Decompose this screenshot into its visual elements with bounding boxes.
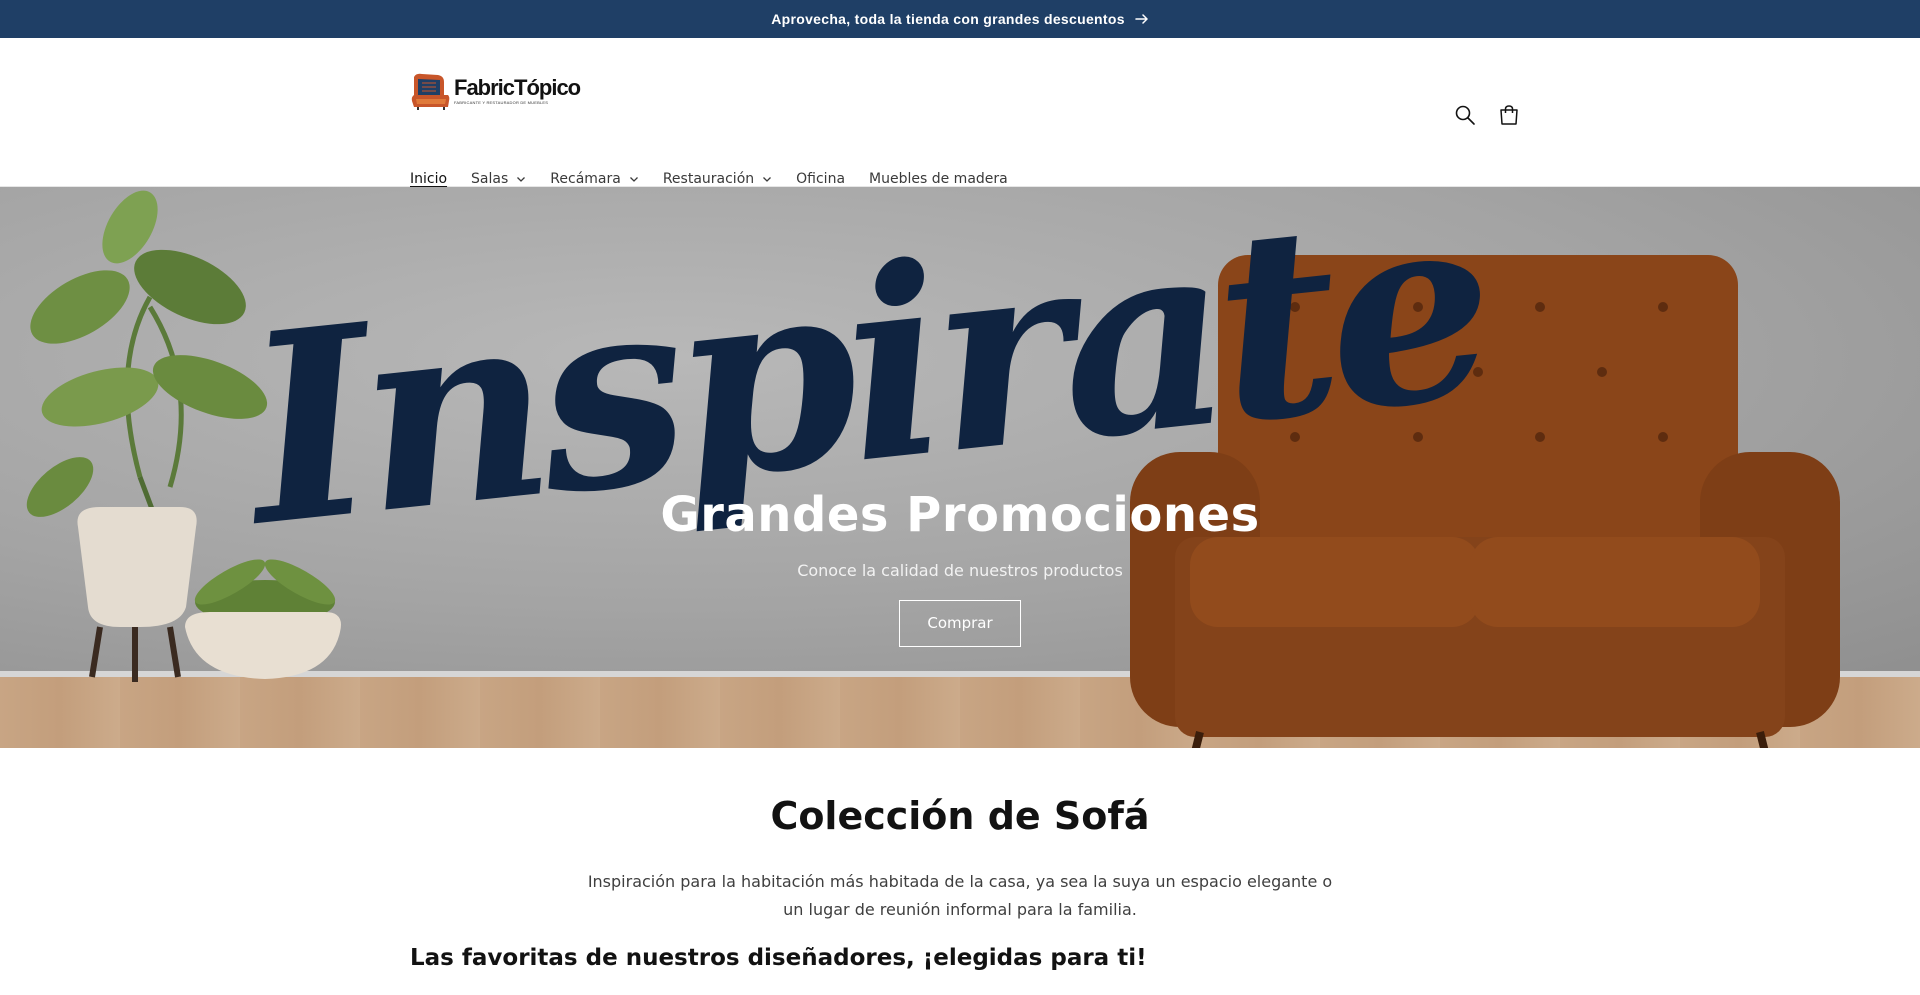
collection-title: Colección de Sofá	[770, 794, 1150, 838]
nav-label: Recámara	[550, 171, 621, 187]
favorites-heading: Las favoritas de nuestros diseñadores, ¡…	[410, 945, 1147, 971]
chevron-down-icon	[629, 177, 638, 182]
nav-label: Salas	[471, 171, 509, 187]
chevron-down-icon	[763, 177, 772, 182]
site-header: FabricTópico FABRICANTE Y RESTAURADOR DE…	[0, 38, 1920, 187]
announcement-bar[interactable]: Aprovecha, toda la tienda con grandes de…	[0, 0, 1920, 38]
nav-label: Inicio	[410, 171, 448, 187]
logo[interactable]: FabricTópico FABRICANTE Y RESTAURADOR DE…	[408, 66, 581, 116]
nav-label: Muebles de madera	[869, 171, 1008, 187]
nav-item-oficina[interactable]: Oficina	[796, 171, 845, 187]
arrow-right-icon	[1135, 14, 1148, 24]
nav-item-recamara[interactable]: Recámara	[550, 171, 639, 187]
search-icon[interactable]	[1454, 104, 1476, 126]
logo-name: FabricTópico	[454, 75, 581, 100]
logo-tagline: FABRICANTE Y RESTAURADOR DE MUEBLES	[454, 100, 549, 105]
shop-button[interactable]: Comprar	[899, 600, 1021, 647]
hero-subtitle: Conoce la calidad de nuestros productos	[797, 561, 1123, 580]
armchair-logo-icon	[411, 73, 450, 110]
nav-label: Oficina	[796, 171, 846, 187]
nav-item-muebles-de-madera[interactable]: Muebles de madera	[869, 171, 1008, 187]
hero-banner: Inspirate Grandes Promociones Conoce la …	[0, 187, 1920, 748]
cart-icon[interactable]	[1498, 104, 1520, 126]
hero-title: Grandes Promociones	[660, 487, 1260, 543]
chevron-down-icon	[517, 177, 526, 182]
nav-label: Restauración	[662, 171, 755, 187]
main-nav: Inicio Salas Recámara Restauración Ofici…	[410, 171, 1032, 187]
nav-item-salas[interactable]: Salas	[471, 171, 526, 187]
nav-item-restauracion[interactable]: Restauración	[663, 171, 772, 187]
hero-illustration: Inspirate	[26, 187, 1840, 748]
announcement-text[interactable]: Aprovecha, toda la tienda con grandes de…	[771, 11, 1125, 27]
nav-item-inicio[interactable]: Inicio	[410, 171, 447, 187]
collection-section: Colección de Sofá Inspiración para la ha…	[0, 748, 1920, 924]
collection-description: Inspiración para la habitación más habit…	[587, 872, 1333, 919]
